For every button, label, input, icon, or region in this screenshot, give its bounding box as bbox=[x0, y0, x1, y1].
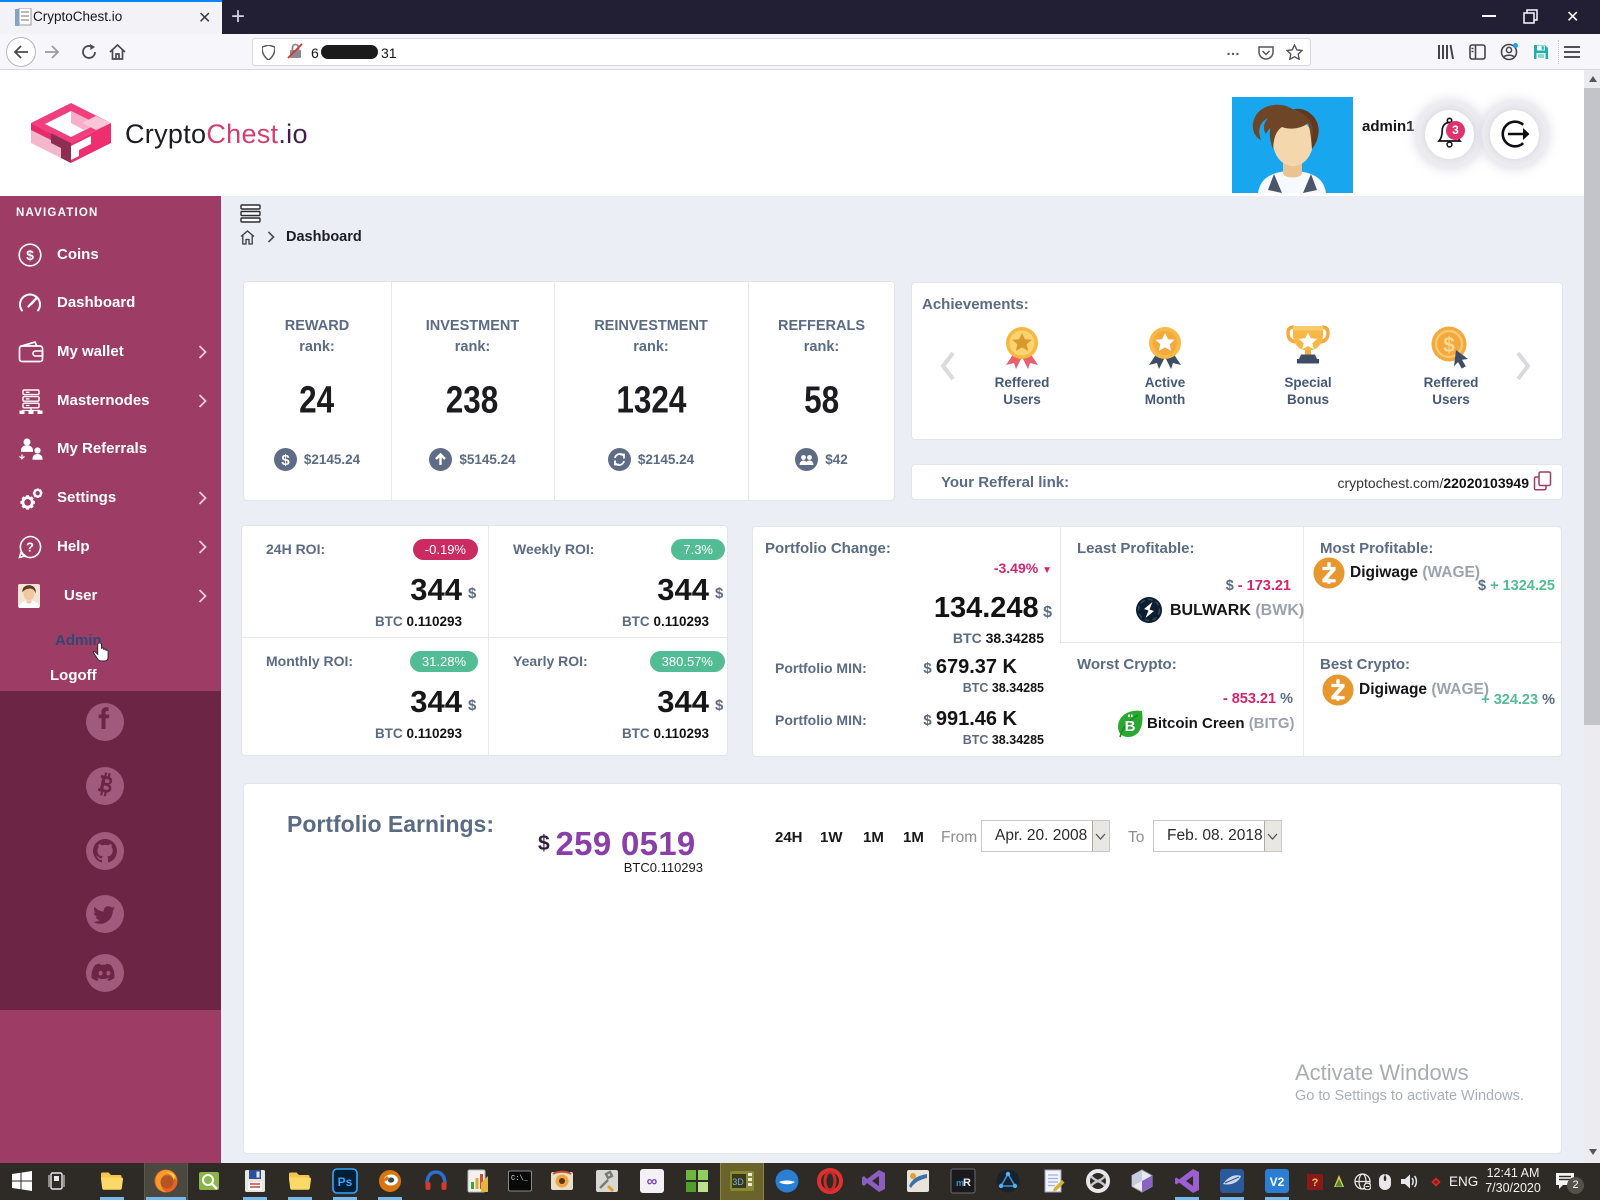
svg-text:$: $ bbox=[1443, 334, 1455, 357]
svg-text:$: $ bbox=[26, 247, 34, 263]
svg-text:$: $ bbox=[281, 452, 290, 469]
svg-text:Ps: Ps bbox=[338, 1175, 353, 1189]
svg-text:V2: V2 bbox=[1270, 1175, 1285, 1189]
svg-text:R: R bbox=[963, 1177, 971, 1189]
svg-text:?: ? bbox=[1312, 1177, 1319, 1189]
svg-text:∞: ∞ bbox=[647, 1173, 658, 1190]
svg-text:B: B bbox=[1125, 718, 1136, 735]
svg-text:C:\_: C:\_ bbox=[511, 1175, 529, 1183]
svg-text:3D: 3D bbox=[732, 1177, 744, 1187]
svg-text:?: ? bbox=[26, 540, 34, 555]
